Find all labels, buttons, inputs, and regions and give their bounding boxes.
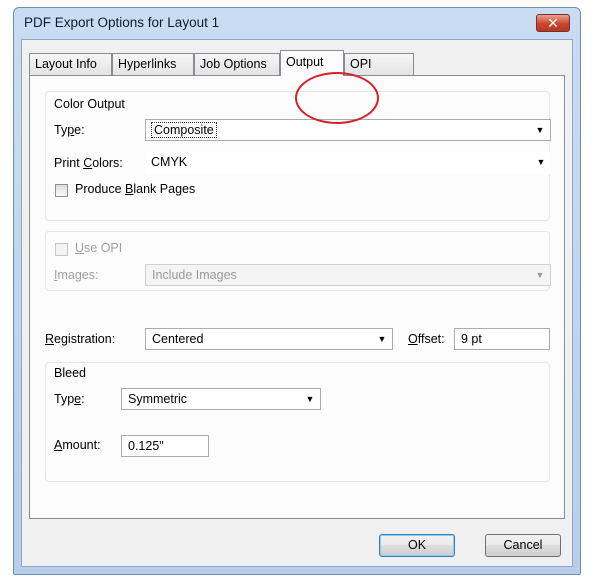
use-opi-label: Use OPI <box>75 241 122 255</box>
select-value: Composite <box>151 122 217 138</box>
tab-label: Output <box>286 55 324 69</box>
select-value: Centered <box>152 332 204 346</box>
print-colors-label: Print Colors: <box>54 156 123 170</box>
output-tab-panel: Color Output Type: Composite ▼ Print Col… <box>29 75 565 519</box>
label-part: olors: <box>92 156 123 170</box>
tab-label: Hyperlinks <box>118 57 177 71</box>
tab-job-options[interactable]: Job Options <box>194 53 280 75</box>
title-bar[interactable]: PDF Export Options for Layout 1 ✕ <box>14 8 580 38</box>
label-part: mages: <box>57 268 99 282</box>
bleed-type-select[interactable]: Symmetric ▼ <box>121 388 321 410</box>
label-part: : <box>81 392 85 406</box>
input-value: 9 pt <box>461 332 482 346</box>
print-colors-select[interactable]: CMYK ▼ <box>145 152 551 174</box>
registration-select[interactable]: Centered ▼ <box>145 328 393 350</box>
bleed-amount-label: Amount: <box>54 438 101 452</box>
input-value: 0.125" <box>128 439 164 453</box>
label-part: e: <box>74 123 85 137</box>
produce-blank-pages-checkbox[interactable] <box>55 184 68 197</box>
tab-label: Layout Info <box>35 57 97 71</box>
chevron-down-icon: ▼ <box>305 394 315 404</box>
label-part: egistration: <box>54 332 116 346</box>
offset-input[interactable]: 9 pt <box>454 328 550 350</box>
window-title: PDF Export Options for Layout 1 <box>24 15 220 30</box>
offset-label: Offset: <box>408 332 445 346</box>
tab-layout-info[interactable]: Layout Info <box>29 53 112 75</box>
dialog-window: PDF Export Options for Layout 1 ✕ Layout… <box>13 7 581 575</box>
label-part: mount: <box>62 438 101 452</box>
cancel-button[interactable]: Cancel <box>485 534 561 557</box>
bleed-group <box>45 362 550 482</box>
label-mnemonic: R <box>45 332 55 346</box>
label-part: ffset: <box>417 332 445 346</box>
label-part: lank Pages <box>133 182 196 196</box>
label-mnemonic: O <box>408 332 418 346</box>
select-value: Include Images <box>152 268 237 282</box>
ok-button[interactable]: OK <box>379 534 455 557</box>
label-part: Print <box>54 156 84 170</box>
label-part: Typ <box>54 392 75 406</box>
chevron-down-icon: ▼ <box>535 125 545 135</box>
label-mnemonic: C <box>83 156 93 170</box>
opi-images-select[interactable]: Include Images ▼ <box>145 264 551 286</box>
label-part: se OPI <box>84 241 123 255</box>
label-part: Ty <box>54 123 68 137</box>
chevron-down-icon: ▼ <box>535 270 545 280</box>
bleed-type-label: Type: <box>54 392 85 406</box>
bleed-heading: Bleed <box>54 366 86 380</box>
tab-label: OPI <box>350 57 372 71</box>
tab-opi[interactable]: OPI <box>344 53 414 75</box>
dialog-client: Layout Info Hyperlinks Job Options Outpu… <box>21 39 573 567</box>
close-button[interactable]: ✕ <box>536 14 570 32</box>
tab-label: Job Options <box>200 57 267 71</box>
images-label: Images: <box>54 268 98 282</box>
close-icon: ✕ <box>547 15 559 31</box>
use-opi-checkbox[interactable] <box>55 243 68 256</box>
tab-hyperlinks[interactable]: Hyperlinks <box>112 53 194 75</box>
annotation-circle <box>295 72 379 124</box>
color-output-heading: Color Output <box>54 97 125 111</box>
select-value: CMYK <box>151 155 188 169</box>
chevron-down-icon: ▼ <box>377 334 387 344</box>
produce-blank-pages-label: Produce Blank Pages <box>75 182 195 196</box>
select-value: Symmetric <box>128 392 188 406</box>
bleed-amount-input[interactable]: 0.125" <box>121 435 209 457</box>
label-part: Produce <box>75 182 126 196</box>
type-label: Type: <box>54 123 85 137</box>
chevron-down-icon: ▼ <box>536 157 546 167</box>
registration-label: Registration: <box>45 332 115 346</box>
label-mnemonic: U <box>75 241 85 255</box>
